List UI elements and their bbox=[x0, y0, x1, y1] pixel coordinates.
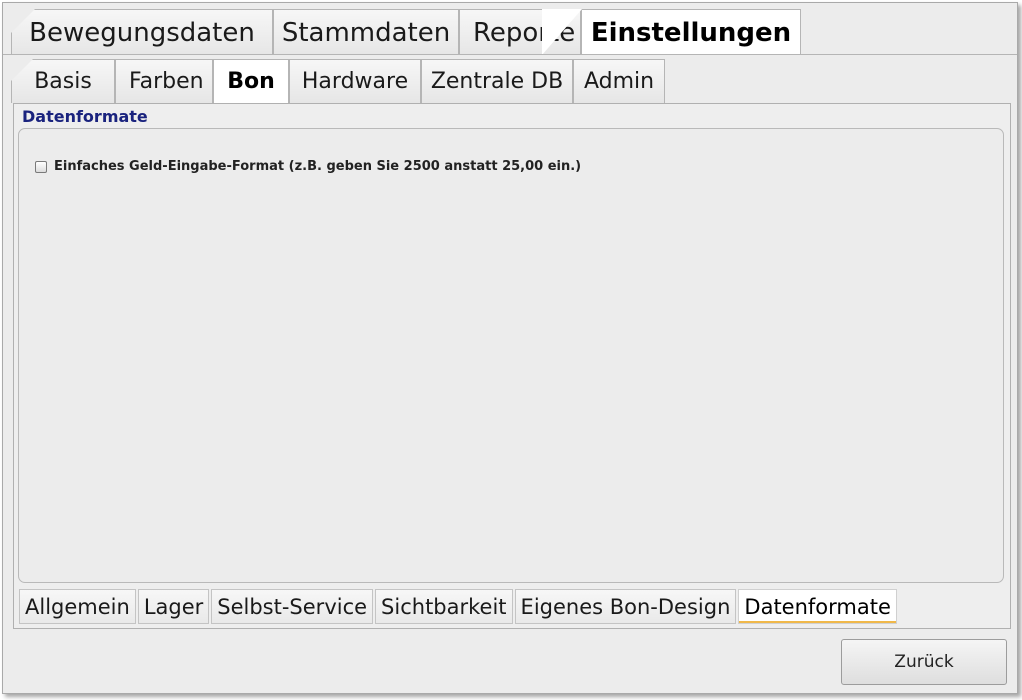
tab-label: Reporte bbox=[473, 17, 576, 48]
tab-einstellungen[interactable]: Einstellungen bbox=[542, 9, 801, 55]
tab-bewegungsdaten[interactable]: Bewegungsdaten bbox=[11, 9, 273, 55]
checkbox-label: Einfaches Geld-Eingabe-Format (z.B. gebe… bbox=[54, 159, 582, 174]
tab-label: Sichtbarkeit bbox=[381, 594, 507, 619]
tab-bon[interactable]: Bon bbox=[213, 59, 289, 103]
tab-label: Basis bbox=[34, 69, 92, 94]
simple-money-format-checkbox[interactable] bbox=[35, 160, 47, 173]
window: Bewegungsdaten Stammdaten Reporte Einste… bbox=[2, 2, 1018, 694]
tab-sichtbarkeit[interactable]: Sichtbarkeit bbox=[375, 589, 513, 624]
group-box: Einfaches Geld-Eingabe-Format (z.B. gebe… bbox=[18, 128, 1004, 583]
tab-lager[interactable]: Lager bbox=[137, 589, 210, 624]
main-tab-bar: Bewegungsdaten Stammdaten Reporte Einste… bbox=[11, 9, 801, 55]
divider bbox=[3, 54, 1017, 55]
tab-label: Farben bbox=[129, 69, 204, 94]
back-button-label: Zurück bbox=[894, 652, 954, 672]
back-button[interactable]: Zurück bbox=[841, 639, 1007, 685]
tab-zentrale-db[interactable]: Zentrale DB bbox=[421, 59, 573, 103]
tab-label: Admin bbox=[583, 69, 655, 94]
simple-money-format-option[interactable]: Einfaches Geld-Eingabe-Format (z.B. gebe… bbox=[35, 159, 581, 174]
tab-label: Lager bbox=[143, 594, 204, 619]
group-title: Datenformate bbox=[22, 107, 148, 126]
sub-tab-bar: Basis Farben Bon Hardware Zentrale DB Ad… bbox=[11, 59, 665, 103]
tab-selbst-service[interactable]: Selbst-Service bbox=[211, 589, 374, 624]
tab-label: Datenformate bbox=[744, 594, 891, 619]
tab-label: Bewegungsdaten bbox=[29, 17, 255, 48]
tab-admin[interactable]: Admin bbox=[573, 59, 665, 103]
tab-datenformate[interactable]: Datenformate bbox=[738, 589, 897, 624]
tab-label: Allgemein bbox=[25, 594, 130, 619]
tab-eigenes-bon-design[interactable]: Eigenes Bon-Design bbox=[514, 589, 737, 624]
tab-label: Stammdaten bbox=[281, 17, 451, 48]
tab-basis[interactable]: Basis bbox=[11, 59, 115, 103]
tab-allgemein[interactable]: Allgemein bbox=[19, 589, 136, 624]
tab-label: Einstellungen bbox=[590, 17, 792, 48]
tab-farben[interactable]: Farben bbox=[115, 59, 213, 103]
tab-label: Bon bbox=[227, 69, 275, 94]
tab-stammdaten[interactable]: Stammdaten bbox=[273, 9, 459, 55]
tab-label: Zentrale DB bbox=[430, 69, 564, 94]
settings-panel: Datenformate Einfaches Geld-Eingabe-Form… bbox=[13, 103, 1011, 629]
tab-hardware[interactable]: Hardware bbox=[289, 59, 421, 103]
tab-label: Hardware bbox=[301, 69, 409, 94]
bottom-tab-bar: Allgemein Lager Selbst-Service Sichtbark… bbox=[19, 589, 899, 624]
tab-label: Eigenes Bon-Design bbox=[520, 594, 731, 619]
tab-reporte[interactable]: Reporte bbox=[459, 9, 581, 55]
tab-label: Selbst-Service bbox=[217, 594, 368, 619]
